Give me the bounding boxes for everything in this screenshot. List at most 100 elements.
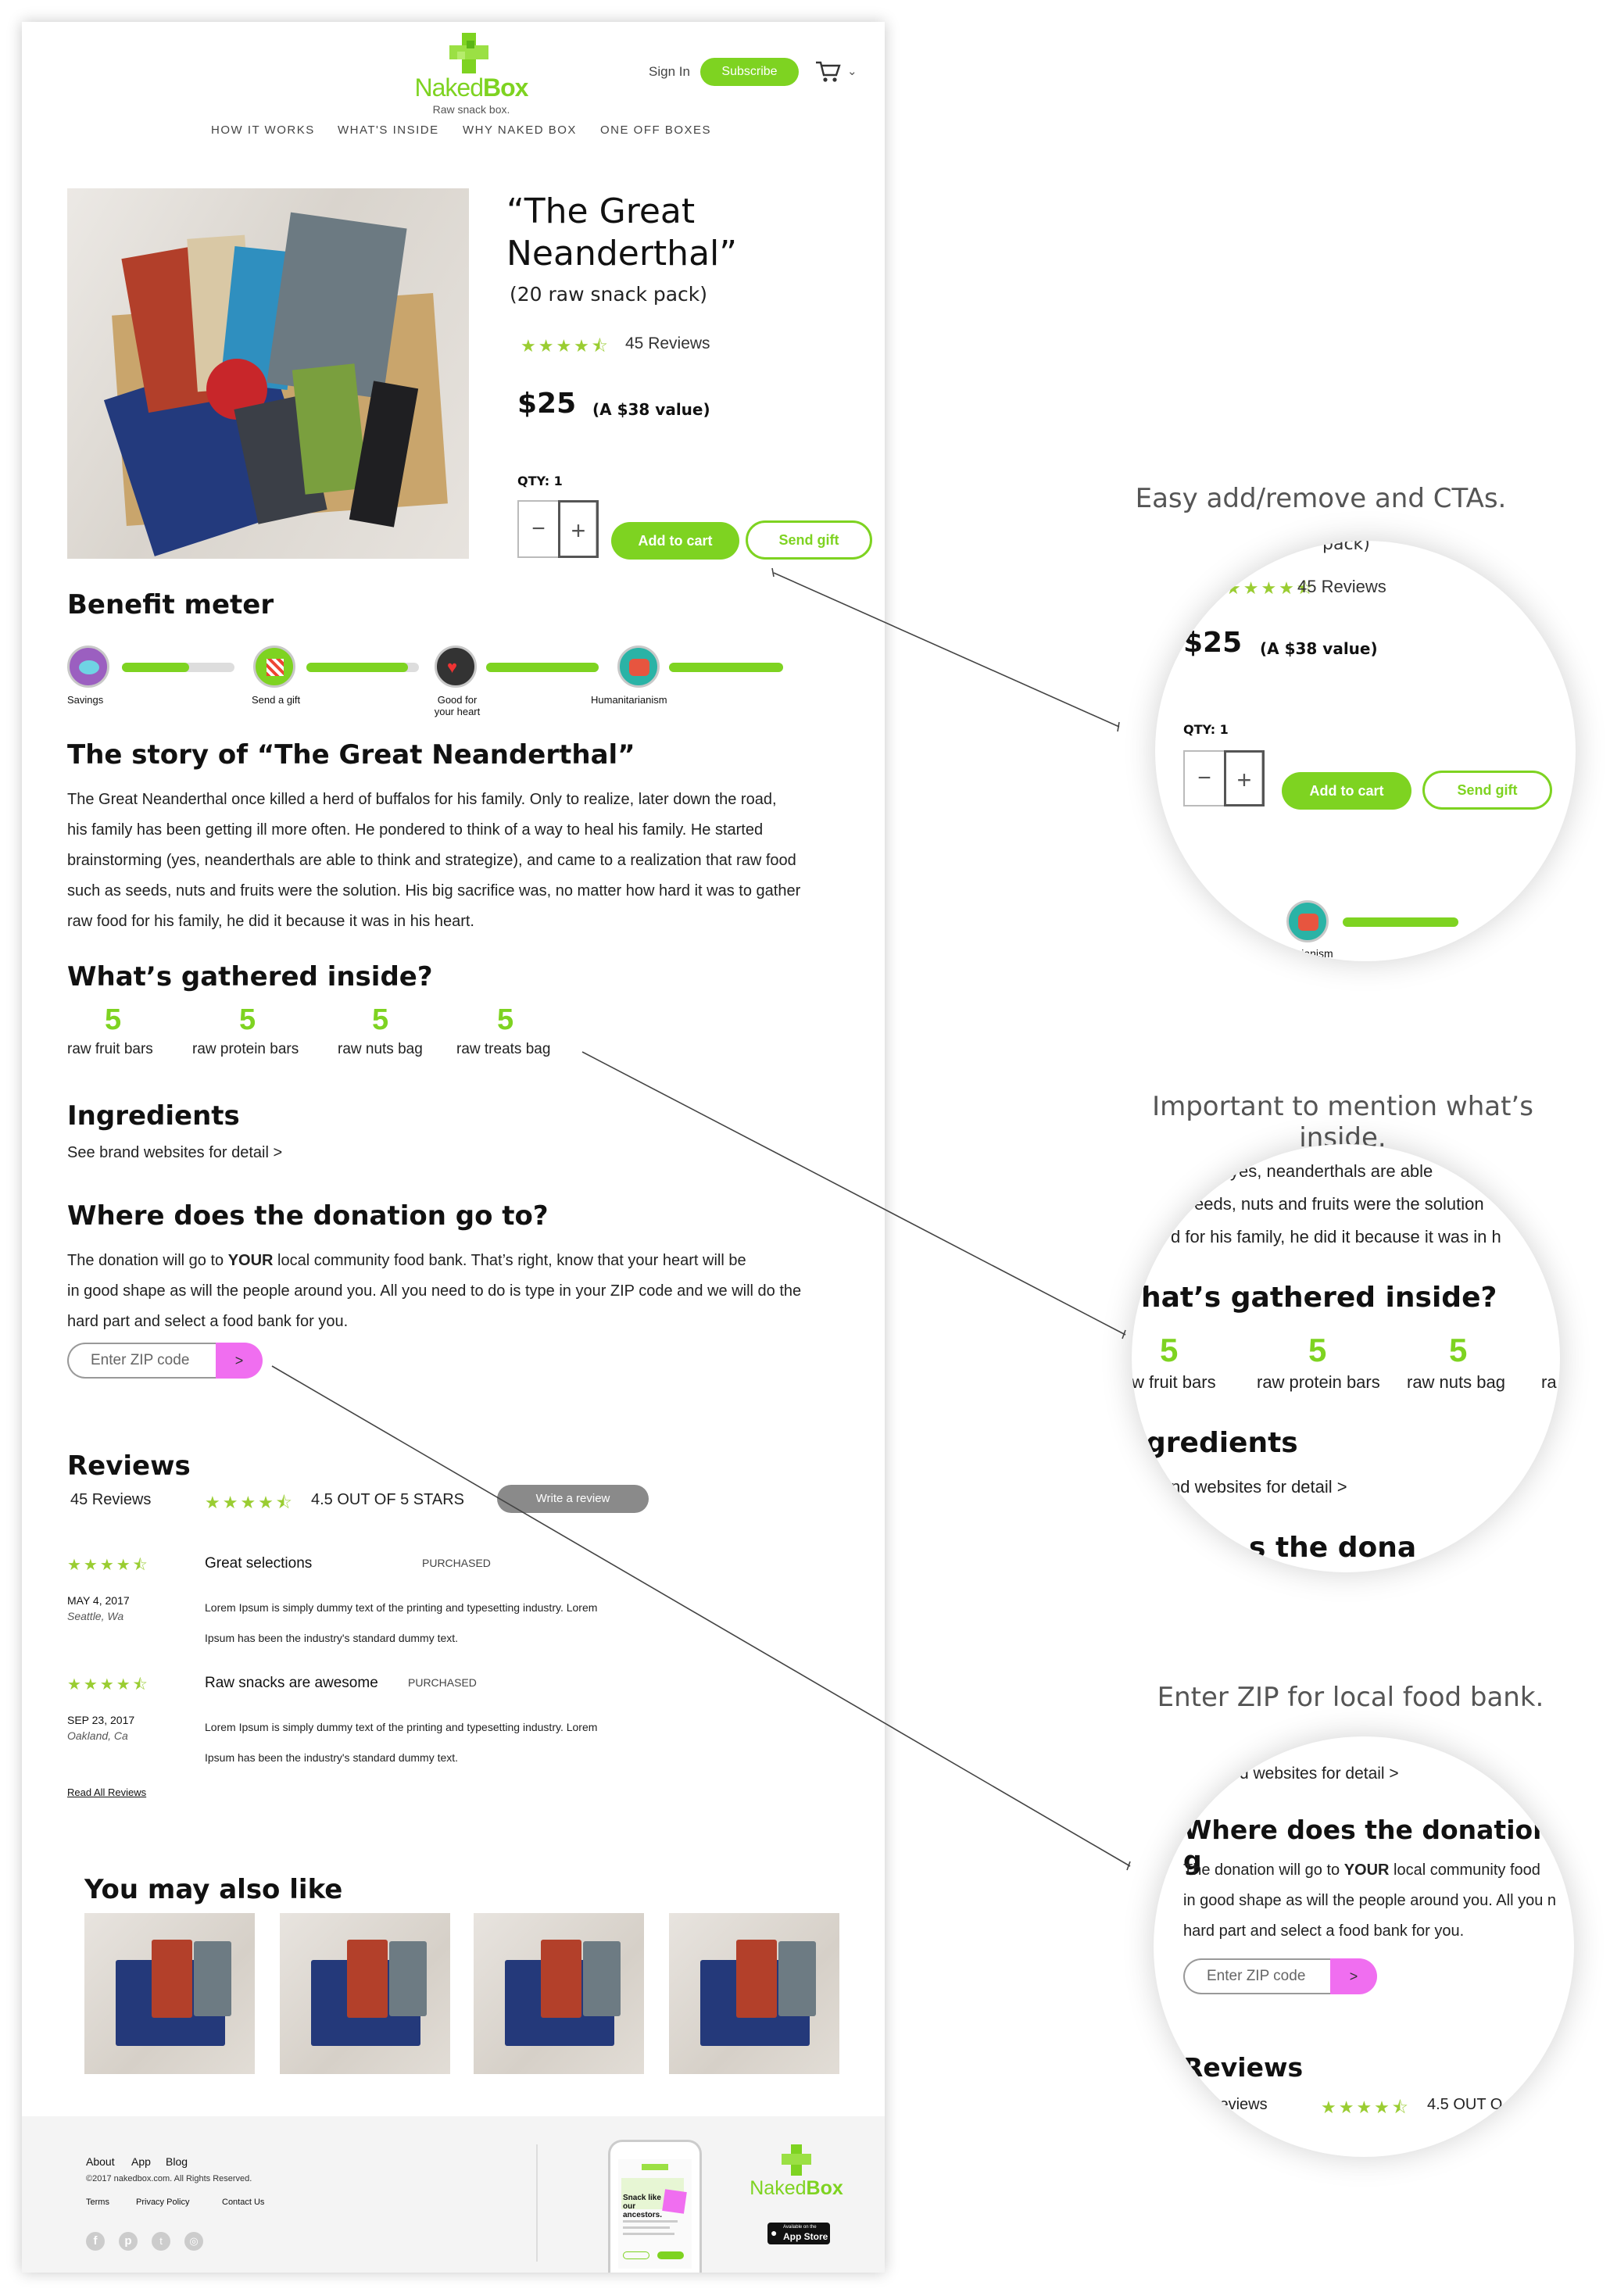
qty-plus-button[interactable]: + xyxy=(558,500,599,558)
review-title: Raw snacks are awesome xyxy=(205,1675,378,1691)
zoom-bar xyxy=(1155,917,1236,927)
pinterest-icon[interactable]: p xyxy=(119,2232,138,2251)
inside-count-treats: 5 xyxy=(497,1003,514,1036)
benefit-meter: Savings Send a gift ♥ Good for your hear… xyxy=(67,646,849,731)
nav-whats-inside[interactable]: WHAT'S INSIDE xyxy=(338,123,439,137)
footer-link-about[interactable]: About xyxy=(86,2155,115,2168)
logo-plus-icon xyxy=(449,33,488,73)
footer: About App Blog ©2017 nakedbox.com. All R… xyxy=(22,2116,885,2273)
sign-in-link[interactable]: Sign In xyxy=(649,64,690,80)
zoom-inside-label: raw protein bars xyxy=(1257,1372,1380,1392)
benefit-label-humanitarian: Humanitarianism xyxy=(591,694,667,706)
logo-text-box: Box xyxy=(483,73,528,102)
zoom-partial-subtitle: pack) xyxy=(1322,541,1370,554)
inside-label-fruit: raw fruit bars xyxy=(67,1041,153,1057)
review-badge: PURCHASED xyxy=(422,1557,491,1569)
callout-ctas: Easy add/remove and CTAs. xyxy=(1135,483,1507,514)
zoom-ingredients-title: gredients xyxy=(1146,1427,1298,1459)
zoom-story-line: yes, neanderthals are able xyxy=(1230,1161,1433,1181)
inside-label-protein: raw protein bars xyxy=(192,1041,299,1057)
zoom-price: $25 xyxy=(1183,627,1243,659)
zoom-reviews-title: Reviews xyxy=(1183,2052,1304,2083)
product-thumbnail[interactable] xyxy=(84,1913,255,2074)
product-thumbnail[interactable] xyxy=(474,1913,644,2074)
phone-mockup: Snack like our ancestors. xyxy=(608,2140,702,2273)
footer-link-privacy[interactable]: Privacy Policy xyxy=(136,2198,189,2207)
zip-code-input[interactable]: Enter ZIP code xyxy=(67,1343,224,1379)
zoom-donation-text: The donation will go to YOUR local commu… xyxy=(1183,1861,1557,1940)
gift-icon xyxy=(253,646,295,688)
zoom-inside-label: raw nuts bag xyxy=(1407,1372,1505,1392)
zoom-inside-title: hat’s gathered inside? xyxy=(1141,1282,1497,1314)
zoom-add-to-cart-button[interactable]: Add to cart xyxy=(1282,772,1411,810)
zoom-qty-label: QTY: 1 xyxy=(1183,722,1229,737)
zoom-brand-websites-link[interactable]: d websites for detail > xyxy=(1240,1765,1399,1783)
read-all-reviews-link[interactable]: Read All Reviews xyxy=(67,1786,146,1798)
zoom-story-line: d for his family, he did it because it w… xyxy=(1171,1227,1501,1246)
instagram-icon[interactable]: ◎ xyxy=(184,2232,203,2251)
benefit-label-heart: Good for your heart xyxy=(434,694,481,717)
ingredients-title: Ingredients xyxy=(67,1100,240,1132)
inside-counts: 5 raw fruit bars 5 raw protein bars 5 ra… xyxy=(67,1003,646,1066)
twitter-icon[interactable]: t xyxy=(152,2232,170,2251)
zoom-donation: d websites for detail > Where does the d… xyxy=(1154,1736,1574,2157)
zoom-qty-minus-button[interactable]: − xyxy=(1185,752,1224,805)
reviews-total: 45 Reviews xyxy=(70,1491,152,1508)
product-subtitle: (20 raw snack pack) xyxy=(510,283,708,306)
zoom-partial-label: nitarianism xyxy=(1280,947,1333,960)
zip-submit-button[interactable]: > xyxy=(216,1343,263,1379)
brand-websites-link[interactable]: See brand websites for detail > xyxy=(67,1144,282,1162)
benefit-track-savings xyxy=(122,663,234,672)
zoom-brand-websites-link[interactable]: nd websites for detail > xyxy=(1171,1477,1347,1497)
footer-divider xyxy=(536,2144,538,2262)
review-stars: ★★★★⯪ xyxy=(67,1557,150,1574)
footer-link-terms[interactable]: Terms xyxy=(86,2198,109,2207)
zoom-send-gift-button[interactable]: Send gift xyxy=(1422,771,1552,810)
benefit-label-savings: Savings xyxy=(67,694,104,706)
footer-link-app[interactable]: App xyxy=(131,2155,151,2168)
nav-how-it-works[interactable]: HOW IT WORKS xyxy=(211,123,315,137)
facebook-icon[interactable]: f xyxy=(86,2232,105,2251)
qty-stepper: − + xyxy=(517,500,599,558)
review-stars: ★★★★⯪ xyxy=(67,1676,150,1693)
footer-logo-box: Box xyxy=(806,2177,843,2199)
logo[interactable]: NakedBox Raw snack box. xyxy=(405,33,538,119)
review-location: Oakland, Ca xyxy=(67,1729,128,1742)
zip-code-form: Enter ZIP code > xyxy=(67,1343,263,1380)
add-to-cart-button[interactable]: Add to cart xyxy=(611,522,739,560)
product-thumbnail[interactable] xyxy=(280,1913,450,2074)
zoom-reviews-summary: 4.5 OUT O xyxy=(1427,2096,1503,2113)
review-body: Lorem Ipsum is simply dummy text of the … xyxy=(205,1601,598,1644)
cart-icon[interactable] xyxy=(814,59,841,83)
footer-link-blog[interactable]: Blog xyxy=(166,2155,188,2168)
subscribe-button[interactable]: Subscribe xyxy=(700,58,799,86)
inside-count-fruit: 5 xyxy=(105,1003,122,1036)
product-thumbnail[interactable] xyxy=(669,1913,839,2074)
callout-zip: Enter ZIP for local food bank. xyxy=(1157,1682,1544,1713)
app-store-badge[interactable]: ● Available on the App Store xyxy=(767,2223,830,2244)
zoom-qty-stepper: − + xyxy=(1183,750,1265,806)
footer-logo[interactable]: NakedBox xyxy=(746,2144,847,2207)
value-note: (A $38 value) xyxy=(592,400,710,419)
logo-plus-icon xyxy=(782,2144,811,2176)
zoom-zip-code-input[interactable]: Enter ZIP code xyxy=(1183,1958,1336,1994)
footer-copyright: ©2017 nakedbox.com. All Rights Reserved. xyxy=(86,2174,252,2183)
review-date: SEP 23, 2017 xyxy=(67,1714,135,1726)
benefit-meter-title: Benefit meter xyxy=(67,589,274,620)
zoom-inside-count: 5 xyxy=(1449,1332,1468,1368)
reviews-count-link[interactable]: 45 Reviews xyxy=(625,334,710,353)
app-store-small-text: Available on the xyxy=(783,2225,817,2230)
chevron-down-icon[interactable]: ⌄ xyxy=(847,64,857,78)
nav-one-off-boxes[interactable]: ONE OFF BOXES xyxy=(600,123,711,137)
social-icons: f p t ◎ xyxy=(86,2232,211,2255)
footer-link-contact[interactable]: Contact Us xyxy=(222,2198,264,2207)
reviews-stars: ★★★★⯪ xyxy=(205,1493,295,1512)
zoom-zip-submit-button[interactable]: > xyxy=(1330,1958,1377,1994)
inside-label-treats: raw treats bag xyxy=(456,1041,551,1057)
send-gift-button[interactable]: Send gift xyxy=(746,520,872,560)
heart-icon: ♥ xyxy=(435,646,477,688)
zoom-qty-plus-button[interactable]: + xyxy=(1224,750,1265,806)
nav-why-naked-box[interactable]: WHY NAKED BOX xyxy=(463,123,577,137)
write-review-button[interactable]: Write a review xyxy=(497,1485,649,1513)
qty-minus-button[interactable]: − xyxy=(519,502,558,556)
